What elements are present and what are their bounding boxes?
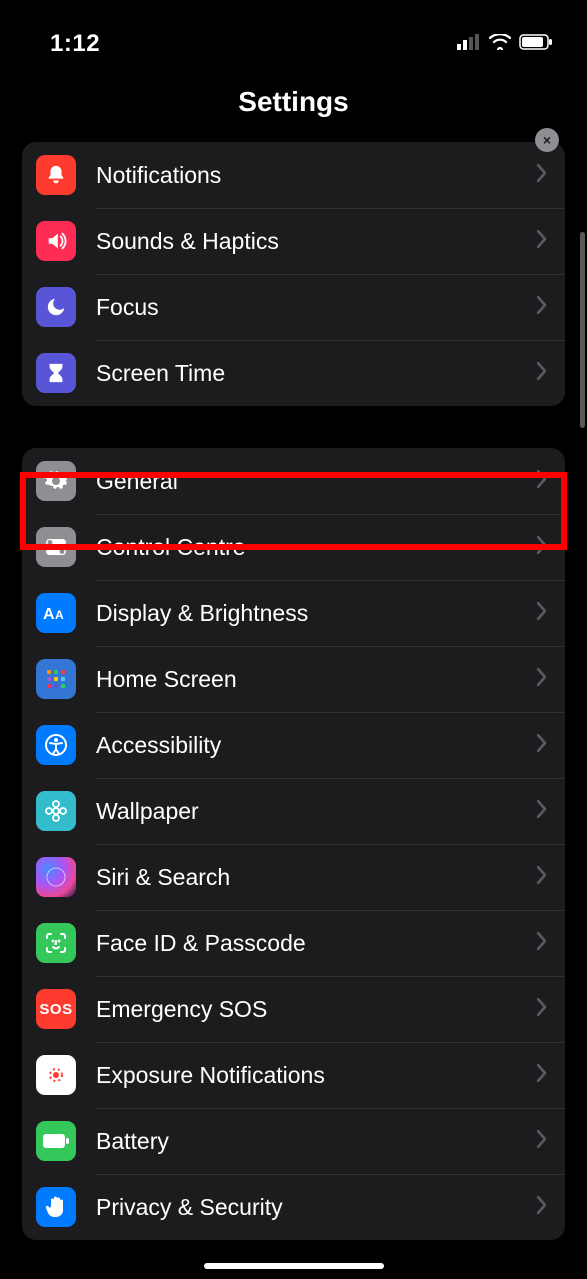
row-siri-search[interactable]: Siri & Search <box>22 844 565 910</box>
flower-icon <box>36 791 76 831</box>
row-label: Notifications <box>96 162 537 189</box>
chevron-right-icon <box>537 800 547 823</box>
row-label: Accessibility <box>96 732 537 759</box>
scroll-indicator[interactable] <box>580 232 585 428</box>
status-time: 1:12 <box>50 30 100 58</box>
moon-icon <box>36 287 76 327</box>
row-screen-time[interactable]: Screen Time <box>22 340 565 406</box>
status-indicators <box>457 34 553 55</box>
chevron-right-icon <box>537 1130 547 1153</box>
row-label: Exposure Notifications <box>96 1062 537 1089</box>
row-label: Wallpaper <box>96 798 537 825</box>
chevron-right-icon <box>537 1196 547 1219</box>
row-label: Sounds & Haptics <box>96 228 537 255</box>
battery-icon <box>36 1121 76 1161</box>
page-title: Settings <box>0 86 587 118</box>
chevron-right-icon <box>537 998 547 1021</box>
battery-status-icon <box>519 34 553 55</box>
status-bar: 1:12 <box>0 0 587 66</box>
row-face-id-passcode[interactable]: Face ID & Passcode <box>22 910 565 976</box>
row-label: Face ID & Passcode <box>96 930 537 957</box>
settings-list: Notifications Sounds & Haptics Focus Scr… <box>0 142 587 1240</box>
row-emergency-sos[interactable]: SOS Emergency SOS <box>22 976 565 1042</box>
settings-group-1: Notifications Sounds & Haptics Focus Scr… <box>22 142 565 406</box>
row-home-screen[interactable]: Home Screen <box>22 646 565 712</box>
row-label: Focus <box>96 294 537 321</box>
hand-icon <box>36 1187 76 1227</box>
svg-text:A: A <box>55 608 64 622</box>
row-label: Privacy & Security <box>96 1194 537 1221</box>
row-focus[interactable]: Focus <box>22 274 565 340</box>
chevron-right-icon <box>537 362 547 385</box>
row-privacy-security[interactable]: Privacy & Security <box>22 1174 565 1240</box>
chevron-right-icon <box>537 866 547 889</box>
row-label: Screen Time <box>96 360 537 387</box>
row-label: General <box>96 468 537 495</box>
chevron-right-icon <box>537 470 547 493</box>
chevron-right-icon <box>537 536 547 559</box>
settings-group-2: General Control Centre AA Display & Brig… <box>22 448 565 1240</box>
gear-icon <box>36 461 76 501</box>
row-label: Siri & Search <box>96 864 537 891</box>
row-label: Home Screen <box>96 666 537 693</box>
svg-text:A: A <box>43 606 55 623</box>
header: Settings <box>0 66 587 142</box>
row-exposure-notifications[interactable]: Exposure Notifications <box>22 1042 565 1108</box>
home-indicator[interactable] <box>204 1263 384 1269</box>
speaker-icon <box>36 221 76 261</box>
chevron-right-icon <box>537 230 547 253</box>
chevron-right-icon <box>537 734 547 757</box>
exposure-icon <box>36 1055 76 1095</box>
row-battery[interactable]: Battery <box>22 1108 565 1174</box>
siri-icon <box>36 857 76 897</box>
chevron-right-icon <box>537 296 547 319</box>
row-label: Display & Brightness <box>96 600 537 627</box>
row-display-brightness[interactable]: AA Display & Brightness <box>22 580 565 646</box>
bell-icon <box>36 155 76 195</box>
text-size-icon: AA <box>36 593 76 633</box>
row-notifications[interactable]: Notifications <box>22 142 565 208</box>
sos-icon: SOS <box>36 989 76 1029</box>
row-label: Battery <box>96 1128 537 1155</box>
row-wallpaper[interactable]: Wallpaper <box>22 778 565 844</box>
faceid-icon <box>36 923 76 963</box>
row-label: Emergency SOS <box>96 996 537 1023</box>
hourglass-icon <box>36 353 76 393</box>
row-label: Control Centre <box>96 534 537 561</box>
chevron-right-icon <box>537 932 547 955</box>
grid-icon <box>36 659 76 699</box>
row-sounds-haptics[interactable]: Sounds & Haptics <box>22 208 565 274</box>
wifi-icon <box>489 34 511 55</box>
row-control-centre[interactable]: Control Centre <box>22 514 565 580</box>
row-general[interactable]: General <box>22 448 565 514</box>
chevron-right-icon <box>537 1064 547 1087</box>
chevron-right-icon <box>537 602 547 625</box>
accessibility-icon <box>36 725 76 765</box>
chevron-right-icon <box>537 164 547 187</box>
toggles-icon <box>36 527 76 567</box>
row-accessibility[interactable]: Accessibility <box>22 712 565 778</box>
chevron-right-icon <box>537 668 547 691</box>
cellular-icon <box>457 34 481 55</box>
